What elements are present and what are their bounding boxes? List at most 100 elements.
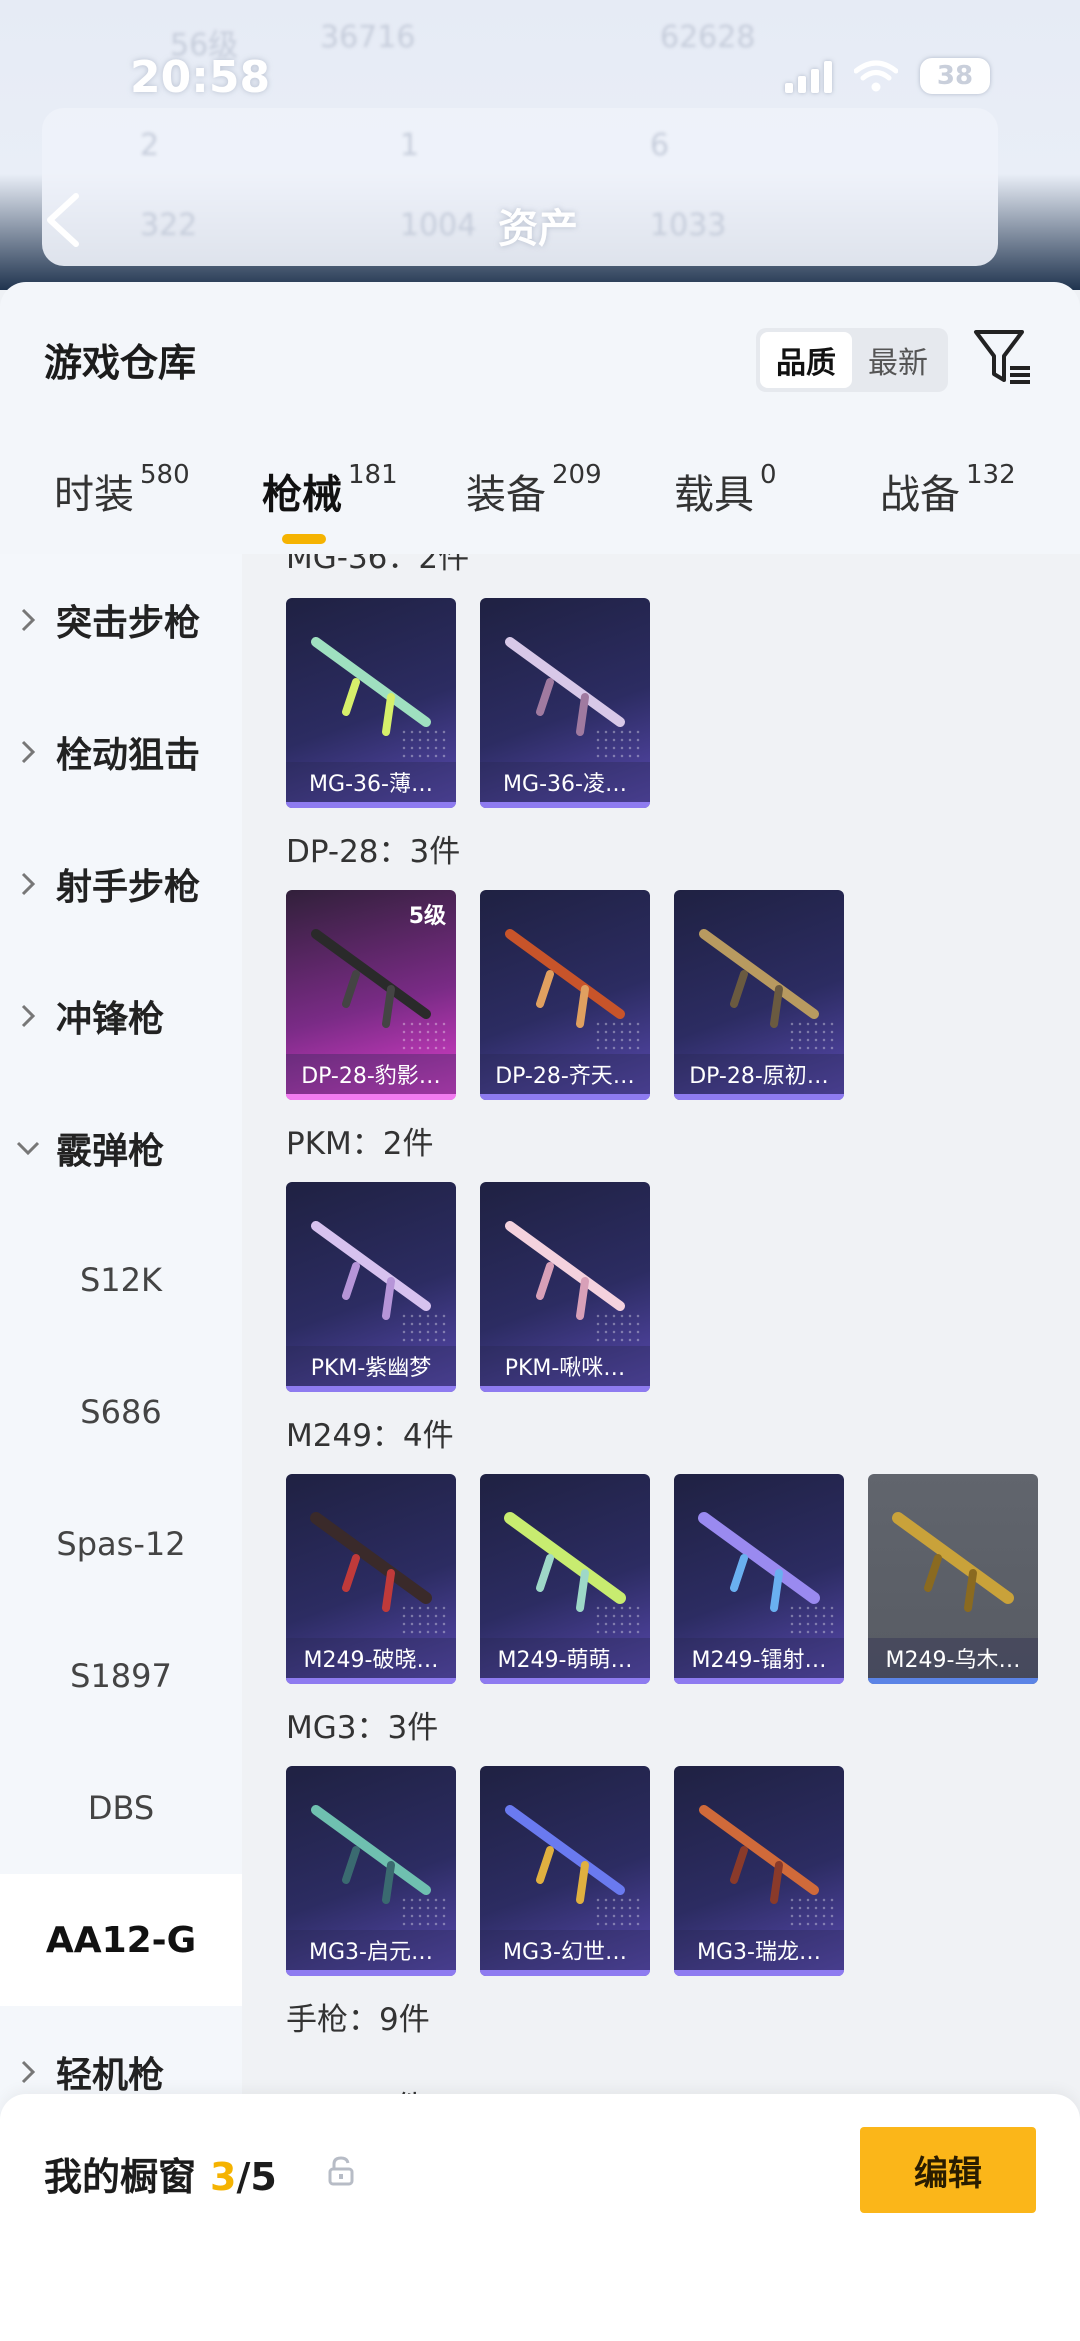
tab-label: 时装 — [54, 472, 134, 518]
tab-fashion[interactable]: 时装 580 — [54, 460, 190, 520]
chevron-right-icon — [0, 607, 56, 633]
item-card[interactable]: M249-破晓… — [286, 1474, 456, 1684]
sidebar-subitem-s12k[interactable]: S12K — [0, 1214, 242, 1346]
item-card[interactable]: MG3-启元… — [286, 1766, 456, 1976]
showcase-current-count: 3 — [210, 2155, 237, 2199]
card-base — [480, 802, 650, 808]
card-base — [286, 1678, 456, 1684]
card-decoration — [594, 728, 644, 758]
card-base — [868, 1678, 1038, 1684]
sidebar-item-label: 突击步枪 — [56, 603, 201, 644]
background-text: 1033 — [650, 208, 727, 243]
item-name: MG-36-凌… — [480, 762, 650, 802]
item-name: M249-镭射… — [674, 1638, 844, 1678]
tab-count: 580 — [140, 460, 190, 490]
unlock-icon — [328, 2156, 354, 2186]
item-name: DP-28-原初… — [674, 1054, 844, 1094]
chevron-right-icon — [0, 739, 56, 765]
battery-icon: 38 — [920, 58, 990, 94]
tab-equipment[interactable]: 装备 209 — [466, 460, 602, 520]
background-text: 6 — [650, 128, 670, 163]
item-card[interactable]: DP-28-齐天… — [480, 890, 650, 1100]
sidebar-item-label: 射手步枪 — [56, 867, 201, 908]
tab-supplies[interactable]: 战备 132 — [880, 460, 1016, 520]
background-text: 1 — [400, 128, 420, 163]
tab-firearms[interactable]: 枪械 181 — [262, 460, 398, 520]
warehouse-sheet: 游戏仓库 品质 最新 时装 580 枪械 181 装备 209 载具 0 战备 … — [0, 282, 1080, 2341]
wifi-icon — [854, 60, 898, 92]
card-base — [286, 1094, 456, 1100]
sidebar-item-shotgun[interactable]: 霰弹枪 — [0, 1082, 242, 1214]
item-name: M249-萌萌… — [480, 1638, 650, 1678]
nav-title: 资产 — [498, 206, 578, 252]
sidebar-item-label: 轻机枪 — [56, 2055, 165, 2096]
item-card[interactable]: M249-萌萌… — [480, 1474, 650, 1684]
item-card[interactable]: M249-乌木… — [868, 1474, 1038, 1684]
showcase-title: 我的橱窗 3 /5 — [44, 2146, 277, 2201]
item-card[interactable]: M249-镭射… — [674, 1474, 844, 1684]
card-decoration — [400, 1312, 450, 1342]
item-name: DP-28-齐天… — [480, 1054, 650, 1094]
group-title: PKM：2件 — [286, 1126, 434, 1162]
card-base — [286, 1386, 456, 1392]
sidebar-subitem-s1897[interactable]: S1897 — [0, 1610, 242, 1742]
sidebar-subitem-dbs[interactable]: DBS — [0, 1742, 242, 1874]
item-name: M249-破晓… — [286, 1638, 456, 1678]
sidebar-subitem-aa12g[interactable]: AA12-G — [0, 1874, 242, 2006]
item-name: PKM-啾咪… — [480, 1346, 650, 1386]
card-decoration — [400, 728, 450, 758]
chevron-right-icon — [0, 871, 56, 897]
item-name: PKM-紫幽梦 — [286, 1346, 456, 1386]
item-card[interactable]: MG-36-凌… — [480, 598, 650, 808]
sort-option-latest[interactable]: 最新 — [852, 332, 944, 388]
item-name: M249-乌木… — [868, 1638, 1038, 1678]
tab-vehicles[interactable]: 载具 0 — [674, 460, 777, 520]
back-arrow-icon[interactable] — [40, 190, 86, 250]
item-card[interactable]: MG3-幻世… — [480, 1766, 650, 1976]
item-card[interactable]: PKM-紫幽梦 — [286, 1182, 456, 1392]
sidebar-item-bolt-sniper[interactable]: 栓动狙击 — [0, 686, 242, 818]
showcase-bar: 我的橱窗 3 /5 编辑 — [0, 2094, 1080, 2341]
background-text: 2 — [140, 128, 160, 163]
item-card[interactable]: MG-36-薄… — [286, 598, 456, 808]
filter-icon[interactable] — [972, 326, 1034, 388]
sidebar-item-smg[interactable]: 冲锋枪 — [0, 950, 242, 1082]
sidebar-item-marksman-rifle[interactable]: 射手步枪 — [0, 818, 242, 950]
item-card[interactable]: 5级 DP-28-豹影… — [286, 890, 456, 1100]
item-card[interactable]: DP-28-原初… — [674, 890, 844, 1100]
chevron-right-icon — [0, 2059, 56, 2085]
category-tabs: 时装 580 枪械 181 装备 209 载具 0 战备 132 — [0, 460, 1080, 562]
item-name: MG3-幻世… — [480, 1930, 650, 1970]
item-card[interactable]: PKM-啾咪… — [480, 1182, 650, 1392]
sidebar-item-label: 栓动狙击 — [56, 735, 201, 776]
card-decoration — [788, 1604, 838, 1634]
tab-label: 装备 — [466, 472, 546, 518]
status-time: 20:58 — [130, 52, 271, 103]
card-decoration — [594, 1604, 644, 1634]
sidebar-item-assault-rifle[interactable]: 突击步枪 — [0, 554, 242, 686]
chevron-down-icon — [0, 1140, 56, 1156]
card-base — [674, 1094, 844, 1100]
sidebar-subitem-spas12[interactable]: Spas-12 — [0, 1478, 242, 1610]
group-title: MG3：3件 — [286, 1710, 439, 1746]
tab-label: 载具 — [674, 472, 754, 518]
edit-button[interactable]: 编辑 — [860, 2127, 1036, 2213]
showcase-total-count: /5 — [236, 2155, 277, 2199]
category-sidebar: 突击步枪 栓动狙击 射手步枪 冲锋枪 霰弹枪 S12K S686 Spas-12… — [0, 554, 242, 2341]
group-title: DP-28：3件 — [286, 834, 461, 870]
tab-count: 0 — [760, 460, 777, 490]
item-card[interactable]: MG3-瑞龙… — [674, 1766, 844, 1976]
gun-icon — [892, 1512, 1014, 1612]
card-base — [286, 1970, 456, 1976]
sidebar-subitem-s686[interactable]: S686 — [0, 1346, 242, 1478]
card-base — [480, 1678, 650, 1684]
sort-option-quality[interactable]: 品质 — [760, 332, 852, 388]
group-title: MG-36：2件 — [286, 554, 470, 576]
chevron-right-icon — [0, 1003, 56, 1029]
card-base — [674, 1678, 844, 1684]
card-decoration — [594, 1020, 644, 1050]
item-grid: MG-36：2件 MG-36-薄… MG-36-凌… DP-28：3件 5级 D… — [242, 554, 1080, 2341]
tab-count: 132 — [966, 460, 1016, 490]
card-base — [674, 1970, 844, 1976]
card-decoration — [400, 1020, 450, 1050]
